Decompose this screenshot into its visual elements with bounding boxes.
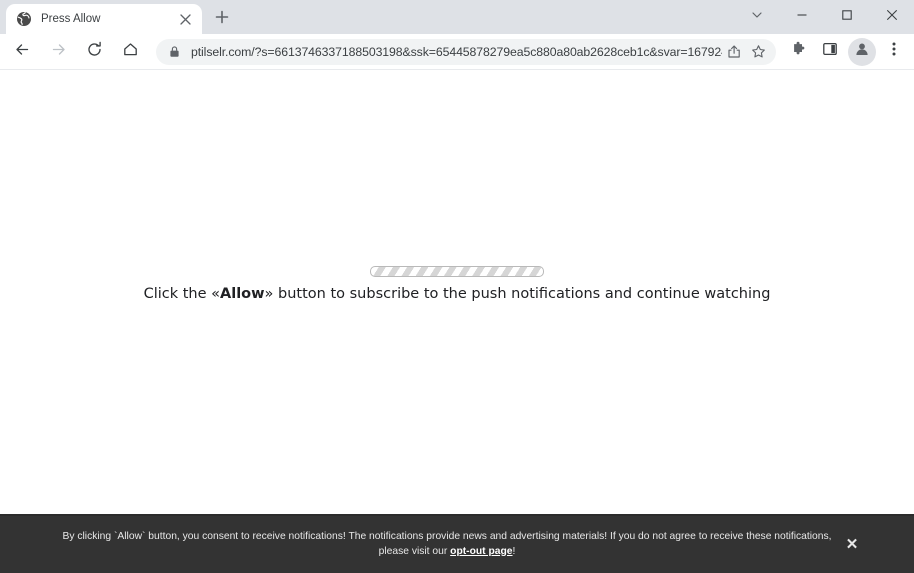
maximize-icon <box>841 8 853 26</box>
home-button[interactable] <box>116 38 144 66</box>
tab-close-icon[interactable] <box>176 10 194 28</box>
back-button[interactable] <box>8 38 36 66</box>
banner-close-icon[interactable]: ✕ <box>842 535 862 555</box>
reload-button[interactable] <box>80 38 108 66</box>
arrow-left-icon <box>14 41 31 63</box>
tab-search-button[interactable] <box>734 0 779 34</box>
consent-banner-line2-prefix: please visit our <box>378 545 451 557</box>
profile-button[interactable] <box>848 37 876 66</box>
address-bar[interactable]: ptilselr.com/?s=6613746337188503198&ssk=… <box>156 38 776 65</box>
minimize-button[interactable] <box>779 0 824 34</box>
page-content: Click the «Allow» button to subscribe to… <box>0 70 914 573</box>
side-panel-icon <box>822 41 838 62</box>
address-bar-url: ptilselr.com/?s=6613746337188503198&ssk=… <box>191 44 722 59</box>
lock-icon <box>168 45 182 59</box>
forward-button[interactable] <box>44 38 72 66</box>
reload-icon <box>86 41 103 63</box>
window-controls <box>734 0 914 34</box>
tab-strip: Press Allow <box>0 0 914 34</box>
share-icon[interactable] <box>722 40 746 64</box>
tab-title: Press Allow <box>41 13 101 25</box>
minimize-icon <box>796 8 808 26</box>
puzzle-piece-icon <box>790 41 807 63</box>
consent-banner: By clicking `Allow` button, you consent … <box>0 514 914 573</box>
browser-window: Press Allow ptilselr.com/?s=661374633718… <box>0 0 914 573</box>
extensions-button[interactable] <box>784 38 812 66</box>
loading-progress-bar <box>370 266 544 277</box>
star-icon[interactable] <box>746 40 770 64</box>
three-dots-menu-icon <box>886 41 902 62</box>
hint-prefix: Click the « <box>143 286 221 302</box>
allow-hint-text: Click the «Allow» button to subscribe to… <box>0 286 914 302</box>
close-icon <box>886 8 898 26</box>
consent-banner-line1: By clicking `Allow` button, you consent … <box>62 531 832 542</box>
consent-banner-line2-suffix: ! <box>512 545 516 557</box>
tab-press-allow[interactable]: Press Allow <box>6 4 202 34</box>
window-close-button[interactable] <box>869 0 914 34</box>
browser-toolbar: ptilselr.com/?s=6613746337188503198&ssk=… <box>0 34 914 70</box>
hint-suffix: » button to subscribe to the push notifi… <box>264 286 771 302</box>
arrow-right-icon <box>50 41 67 63</box>
consent-banner-text: By clicking `Allow` button, you consent … <box>0 530 914 559</box>
plus-icon <box>215 10 229 29</box>
chevron-down-icon <box>751 8 763 26</box>
maximize-button[interactable] <box>824 0 869 34</box>
side-panel-button[interactable] <box>816 38 844 66</box>
globe-icon <box>16 11 32 27</box>
new-tab-button[interactable] <box>209 6 235 32</box>
hint-bold-allow: Allow <box>220 286 265 302</box>
browser-menu-button[interactable] <box>880 38 908 66</box>
center-content: Click the «Allow» button to subscribe to… <box>0 266 914 302</box>
home-icon <box>122 41 139 63</box>
opt-out-page-link[interactable]: opt-out page <box>450 546 512 557</box>
profile-avatar-icon <box>854 41 870 62</box>
